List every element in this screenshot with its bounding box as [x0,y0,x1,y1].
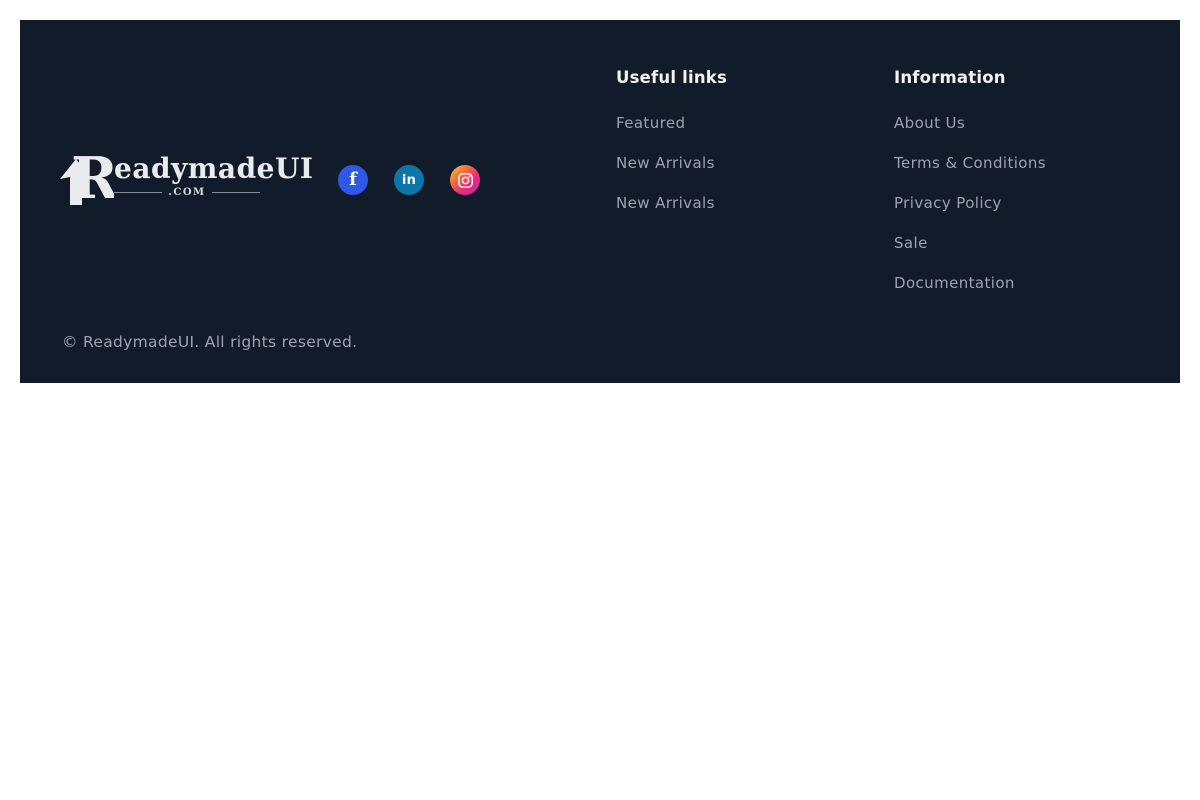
list-item: New Arrivals [616,193,727,208]
footer-column-information: Information About Us Terms & Conditions … [894,69,1046,313]
list-item: Featured [616,113,727,128]
footer-link-new-arrivals-1[interactable]: New Arrivals [616,154,715,172]
list-item: Privacy Policy [894,193,1046,208]
list-item: About Us [894,113,1046,128]
column-title: Information [894,69,1046,87]
list-item: Sale [894,233,1046,248]
facebook-icon: f [349,171,357,189]
logo-domain: .COM [114,187,260,198]
linkedin-link[interactable]: in [394,165,424,195]
footer-link-documentation[interactable]: Documentation [894,274,1015,292]
instagram-link[interactable] [450,165,480,195]
divider-line [212,192,260,193]
footer: R eadymadeUI .COM f in [20,20,1180,383]
divider-line [114,192,162,193]
social-links: f in [338,165,480,195]
list-item: New Arrivals [616,153,727,168]
logo-r-arrow-icon: R [58,153,114,209]
instagram-icon [457,172,474,189]
logo-domain-text: .COM [168,187,205,198]
footer-link-featured[interactable]: Featured [616,114,685,132]
list-item: Terms & Conditions [894,153,1046,168]
logo-text-block: eadymadeUI .COM [114,157,260,198]
footer-link-new-arrivals-2[interactable]: New Arrivals [616,194,715,212]
footer-link-sale[interactable]: Sale [894,234,928,252]
linkedin-icon: in [402,174,416,187]
footer-link-about-us[interactable]: About Us [894,114,965,132]
logo[interactable]: R eadymadeUI .COM [58,153,260,209]
list-item: Documentation [894,273,1046,288]
link-list: Featured New Arrivals New Arrivals [616,113,727,208]
facebook-link[interactable]: f [338,165,368,195]
footer-link-terms[interactable]: Terms & Conditions [894,154,1046,172]
footer-link-privacy[interactable]: Privacy Policy [894,194,1002,212]
page: R eadymadeUI .COM f in [0,0,1200,800]
logo-wordmark: eadymadeUI [114,157,260,181]
copyright-text: © ReadymadeUI. All rights reserved. [62,333,357,351]
column-title: Useful links [616,69,727,87]
link-list: About Us Terms & Conditions Privacy Poli… [894,113,1046,288]
footer-column-useful-links: Useful links Featured New Arrivals New A… [616,69,727,233]
